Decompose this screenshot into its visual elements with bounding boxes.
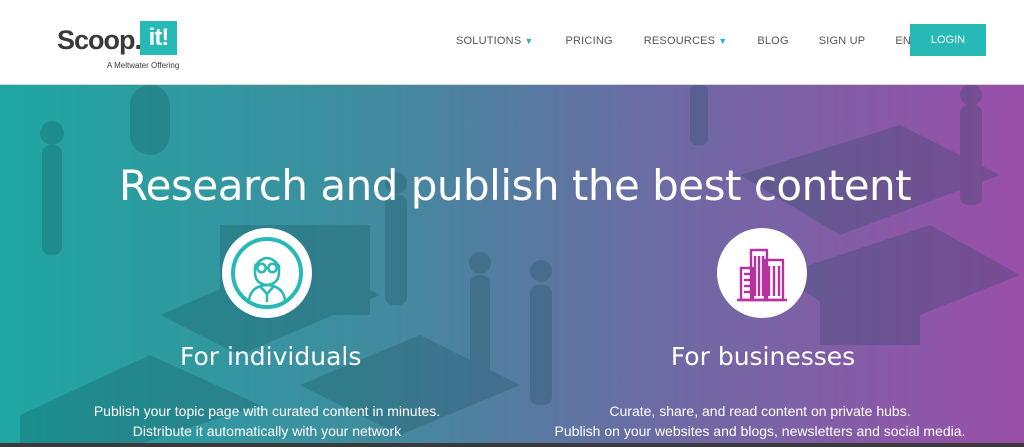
nav-blog[interactable]: BLOG (757, 35, 788, 47)
nav-pricing[interactable]: PRICING (565, 35, 612, 47)
nav-language[interactable]: EN (895, 35, 911, 47)
nav-sign-up[interactable]: SIGN UP (819, 35, 866, 47)
caret-down-icon: ▼ (718, 36, 728, 46)
office-buildings-icon (717, 228, 807, 318)
caret-down-icon: ▼ (524, 36, 534, 46)
logo-tagline: A Meltwater Offering (107, 61, 180, 70)
login-button[interactable]: LOGIN (910, 24, 986, 56)
nav-solutions-label: SOLUTIONS (456, 35, 522, 47)
main-nav: SOLUTIONS ▼ PRICING RESOURCES ▼ BLOG SIG… (456, 33, 911, 49)
individuals-description-line2: Distribute it automatically with your ne… (132, 423, 402, 439)
person-with-glasses-icon (222, 228, 312, 318)
hero-title: Research and publish the best content (118, 161, 912, 211)
businesses-description-line2: Publish on your websites and blogs, news… (554, 423, 966, 439)
site-header: Scoop. it! A Meltwater Offering SOLUTION… (0, 0, 1024, 85)
businesses-heading: For businesses (670, 342, 856, 371)
hero-section: Research and publish the best content Fo… (0, 85, 1024, 447)
scoopit-logo[interactable]: Scoop. it! A Meltwater Offering (57, 21, 187, 73)
isometric-office-illustration (20, 85, 1020, 447)
individuals-heading: For individuals (180, 342, 362, 371)
businesses-description-line1: Curate, share, and read content on priva… (609, 403, 911, 419)
individuals-description-line1: Publish your topic page with curated con… (93, 403, 441, 419)
logo-badge: it! (140, 21, 177, 55)
nav-resources-label: RESOURCES (643, 35, 716, 47)
nav-resources[interactable]: RESOURCES ▼ (644, 35, 728, 47)
nav-solutions[interactable]: SOLUTIONS ▼ (456, 35, 533, 47)
window-bottom-edge (0, 443, 1024, 447)
logo-wordmark: Scoop. (57, 25, 142, 55)
